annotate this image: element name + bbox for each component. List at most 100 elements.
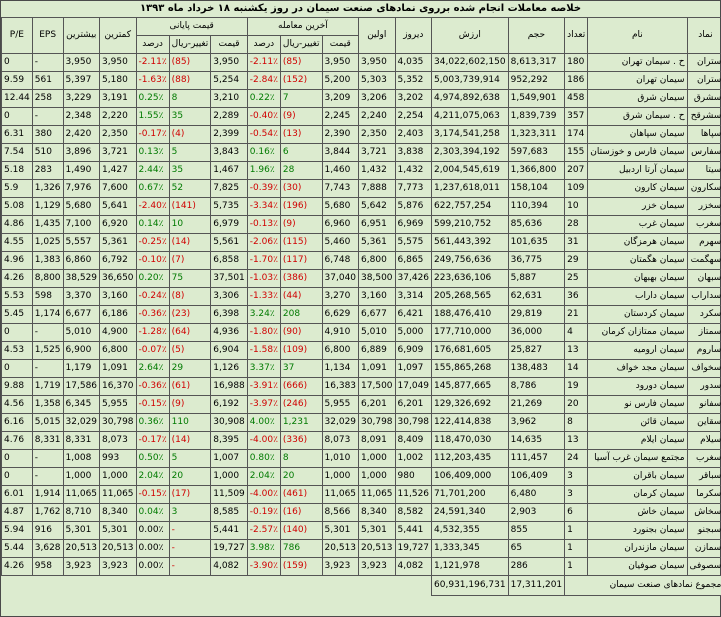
cell-final-change: (4) (168, 125, 212, 144)
cell-final-percent: 0.20٪ (135, 269, 170, 288)
cell-symbol: سغرب (686, 215, 721, 234)
cell-count: 458 (564, 89, 589, 108)
cell-yesterday: 980 (394, 467, 433, 486)
cell-final-change: (23) (168, 305, 212, 324)
cell-count: 109 (564, 179, 589, 198)
cell-final-change: 35 (168, 161, 212, 180)
header-fp-change: تغییر-ریال (168, 35, 212, 54)
cell-pe: 5.08 (1, 197, 33, 216)
cell-pe: 5.45 (1, 305, 33, 324)
cell-volume: 1,839,739 (507, 107, 566, 126)
cell-min: 16,370 (99, 377, 137, 396)
cell-last-percent: 0.80٪ (246, 449, 281, 468)
cell-volume: 111,457 (507, 449, 566, 468)
cell-final-change: 8 (168, 89, 212, 108)
cell-yesterday: 7,773 (394, 179, 433, 198)
cell-name: سیمان خاش (587, 503, 688, 522)
cell-value: 205,268,565 (431, 287, 509, 306)
cell-last-price: 1,010 (321, 449, 360, 468)
cell-final-change: 110 (168, 413, 212, 432)
cell-last-change: (9) (279, 107, 323, 126)
cell-max: 8,710 (62, 503, 101, 522)
cell-value: 106,409,000 (431, 467, 509, 486)
table-row: 0-1,179 1,091 2.64٪ 29 1,126 3.37٪ 37 1,134 1,09… (1, 359, 721, 378)
cell-symbol: سبهان (686, 269, 721, 288)
cell-final-change: (5) (168, 341, 212, 360)
cell-symbol: ستران (686, 53, 721, 72)
cell-max: 38,529 (62, 269, 101, 288)
cell-count: 19 (564, 377, 589, 396)
header-lt-change: تغییر-ریال (279, 35, 323, 54)
table-row: 4.87 1,762 8,710 8,340 0.04٪ 3 8,585 -0.19٪ (16)… (1, 503, 721, 522)
cell-name: سیمان داراب (587, 287, 688, 306)
cell-last-price: 8,073 (321, 431, 360, 450)
cell-last-change: (90) (279, 323, 323, 342)
cell-value: 1,333,345 (431, 539, 509, 558)
cell-final-percent: -1.63٪ (135, 71, 170, 90)
cell-symbol: سکرما (686, 485, 721, 504)
cell-first: 3,721 (358, 143, 396, 162)
cell-last-price: 20,513 (321, 539, 360, 558)
cell-max: 3,950 (62, 53, 101, 72)
header-name: نام (587, 17, 688, 54)
cell-eps: - (31, 449, 64, 468)
cell-first: 5,361 (358, 233, 396, 252)
cell-volume: 1,366,800 (507, 161, 566, 180)
header-min: کمترین (99, 17, 137, 54)
cell-final-percent: 0.25٪ (135, 89, 170, 108)
header-yesterday: دیروز (394, 17, 433, 54)
cell-last-percent: -1.33٪ (246, 287, 281, 306)
cell-count: 3 (564, 485, 589, 504)
cell-name: سیمان هگمتان (587, 251, 688, 270)
cell-volume: 1,549,901 (507, 89, 566, 108)
cell-final-change: 5 (168, 449, 212, 468)
cell-final-percent: 0.13٪ (135, 143, 170, 162)
cell-final-change: (85) (168, 53, 212, 72)
cell-final-price: 5,441 (210, 521, 248, 540)
cell-eps: - (31, 323, 64, 342)
cell-count: 1 (564, 557, 589, 576)
table-row: 4.26 958 3,923 3,923 0.00٪ -4,082 -3.90٪ (159) 3… (1, 557, 721, 576)
cell-final-change: 10 (168, 215, 212, 234)
cell-last-change: 786 (279, 539, 323, 558)
cell-first: 2,240 (358, 107, 396, 126)
cell-first: 20,513 (358, 539, 396, 558)
cell-volume: 25,827 (507, 341, 566, 360)
cell-name: سیمان بهبهان (587, 269, 688, 288)
cell-last-percent: -4.00٪ (246, 485, 281, 504)
cell-pe: 5.9 (1, 179, 33, 198)
cell-last-percent: -2.11٪ (246, 53, 281, 72)
cell-min: 5,641 (99, 197, 137, 216)
cell-final-change: 20 (168, 467, 212, 486)
cell-pe: 9.88 (1, 377, 33, 396)
cell-symbol: سقاین (686, 413, 721, 432)
cell-pe: 7.54 (1, 143, 33, 162)
cell-value: 4,532,355 (431, 521, 509, 540)
cement-trades-table: P/E EPS بیشترین کمترین قیمت پایانی آخرین… (1, 17, 721, 596)
header-max: بیشترین (62, 17, 101, 54)
cell-volume: 6,480 (507, 485, 566, 504)
cell-max: 1,008 (62, 449, 101, 468)
cell-last-percent: 2.04٪ (246, 467, 281, 486)
table-row: 4.26 8,800 38,529 36,650 0.20٪ 75 37,501 -1.03٪… (1, 269, 721, 288)
cell-last-price: 5,955 (321, 395, 360, 414)
cell-last-price: 6,629 (321, 305, 360, 324)
cell-yesterday: 5,876 (394, 197, 433, 216)
cell-count: 1 (564, 539, 589, 558)
cell-eps: 1,719 (31, 377, 64, 396)
cell-min: 4,900 (99, 323, 137, 342)
cell-eps: 1,383 (31, 251, 64, 270)
cell-yesterday: 6,969 (394, 215, 433, 234)
cell-final-price: 7,825 (210, 179, 248, 198)
cell-first: 2,350 (358, 125, 396, 144)
cell-volume: 1,323,311 (507, 125, 566, 144)
cell-final-percent: -0.17٪ (135, 125, 170, 144)
cell-name: مجتمع سیمان غرب آسیا (587, 449, 688, 468)
cell-eps: 1,025 (31, 233, 64, 252)
cell-max: 3,896 (62, 143, 101, 162)
cell-max: 11,065 (62, 485, 101, 504)
cell-yesterday: 3,202 (394, 89, 433, 108)
cell-pe: 9.59 (1, 71, 33, 90)
cell-value: 122,414,838 (431, 413, 509, 432)
cell-eps: 510 (31, 143, 64, 162)
